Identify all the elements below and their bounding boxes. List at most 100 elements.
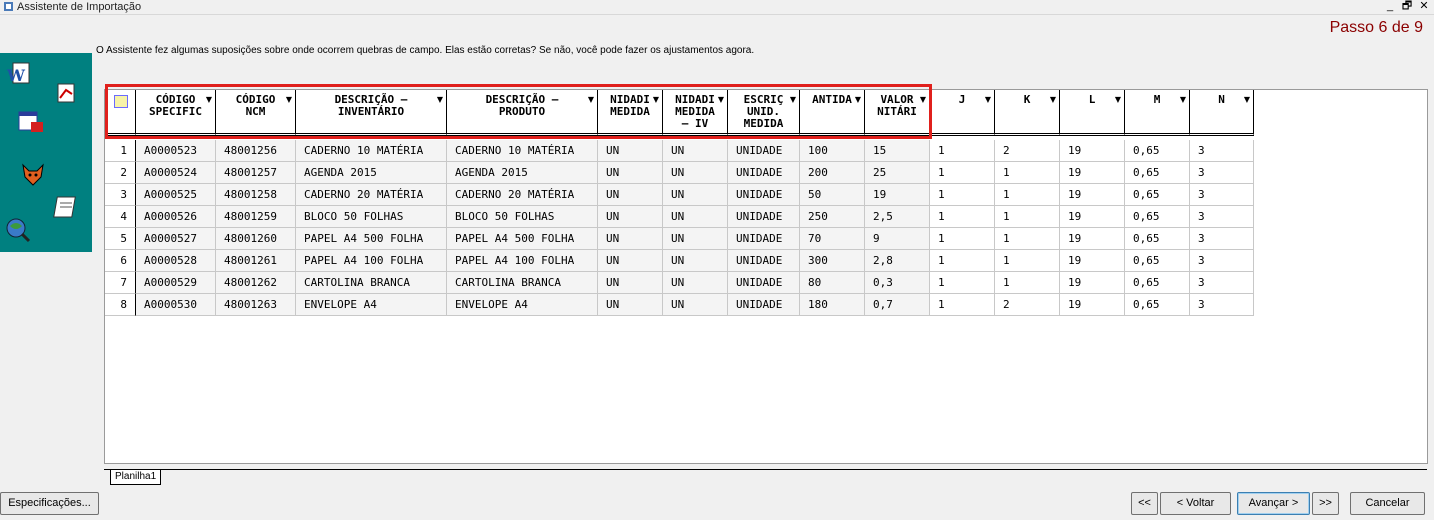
data-preview-grid[interactable]: CÓDIGO SPECIFIC ▼ CÓDIGO NCM ▼ DESCRIÇÃO – I…	[104, 84, 1428, 464]
column-header[interactable]: DESCRIÇÃO – INVENTÁRIO ▼	[296, 90, 447, 136]
dropdown-arrow-icon[interactable]: ▼	[920, 94, 926, 106]
table-cell[interactable]: 1	[995, 228, 1060, 250]
last-step-button[interactable]: >>	[1312, 492, 1339, 515]
table-cell[interactable]: UN	[663, 140, 728, 162]
table-cell[interactable]: 0,7	[865, 294, 930, 316]
table-cell[interactable]: 1	[930, 140, 995, 162]
dropdown-arrow-icon[interactable]: ▼	[437, 94, 443, 106]
table-cell[interactable]: 9	[865, 228, 930, 250]
table-cell[interactable]: UN	[663, 272, 728, 294]
table-cell[interactable]: 1	[995, 162, 1060, 184]
table-cell[interactable]: 2,8	[865, 250, 930, 272]
table-cell[interactable]: 1	[930, 184, 995, 206]
table-cell[interactable]: 300	[800, 250, 865, 272]
table-cell[interactable]: UNIDADE	[728, 140, 800, 162]
table-cell[interactable]: 48001263	[216, 294, 296, 316]
table-cell[interactable]: UNIDADE	[728, 184, 800, 206]
back-button[interactable]: < Voltar	[1160, 492, 1231, 515]
table-cell[interactable]: 1	[930, 228, 995, 250]
table-cell[interactable]: CADERNO 10 MATÉRIA	[296, 140, 447, 162]
dropdown-arrow-icon[interactable]: ▼	[588, 94, 594, 106]
table-cell[interactable]: UN	[598, 162, 663, 184]
table-cell[interactable]: BLOCO 50 FOLHAS	[296, 206, 447, 228]
table-cell[interactable]: 100	[800, 140, 865, 162]
dropdown-arrow-icon[interactable]: ▼	[1244, 94, 1250, 106]
table-cell[interactable]: 48001259	[216, 206, 296, 228]
table-cell[interactable]: 0,65	[1125, 206, 1190, 228]
table-cell[interactable]: UN	[598, 272, 663, 294]
table-cell[interactable]: 25	[865, 162, 930, 184]
table-cell[interactable]: 48001262	[216, 272, 296, 294]
column-header[interactable]: N ▼	[1190, 90, 1254, 136]
table-cell[interactable]: 19	[865, 184, 930, 206]
table-cell[interactable]: A0000524	[136, 162, 216, 184]
table-cell[interactable]: UNIDADE	[728, 206, 800, 228]
table-cell[interactable]: 1	[930, 272, 995, 294]
dropdown-arrow-icon[interactable]: ▼	[718, 94, 724, 106]
table-cell[interactable]: UN	[663, 250, 728, 272]
table-cell[interactable]: BLOCO 50 FOLHAS	[447, 206, 598, 228]
table-cell[interactable]: UNIDADE	[728, 294, 800, 316]
table-cell[interactable]: 3	[1190, 206, 1254, 228]
table-cell[interactable]: CADERNO 20 MATÉRIA	[447, 184, 598, 206]
table-cell[interactable]: 0,65	[1125, 228, 1190, 250]
table-cell[interactable]: UN	[598, 228, 663, 250]
table-cell[interactable]: 19	[1060, 206, 1125, 228]
dropdown-arrow-icon[interactable]: ▼	[985, 94, 991, 106]
dropdown-arrow-icon[interactable]: ▼	[286, 94, 292, 106]
table-cell[interactable]: 0,65	[1125, 250, 1190, 272]
table-cell[interactable]: 15	[865, 140, 930, 162]
dropdown-arrow-icon[interactable]: ▼	[1180, 94, 1186, 106]
table-cell[interactable]: 19	[1060, 184, 1125, 206]
column-header[interactable]: M ▼	[1125, 90, 1190, 136]
dropdown-arrow-icon[interactable]: ▼	[790, 94, 796, 106]
cancel-button[interactable]: Cancelar	[1350, 492, 1425, 515]
row-number[interactable]: 5	[105, 228, 136, 250]
table-cell[interactable]: UN	[598, 140, 663, 162]
table-cell[interactable]: A0000528	[136, 250, 216, 272]
table-cell[interactable]: A0000523	[136, 140, 216, 162]
table-cell[interactable]: CADERNO 20 MATÉRIA	[296, 184, 447, 206]
table-cell[interactable]: CADERNO 10 MATÉRIA	[447, 140, 598, 162]
select-all-corner[interactable]	[105, 90, 136, 136]
table-cell[interactable]: 19	[1060, 250, 1125, 272]
first-step-button[interactable]: <<	[1131, 492, 1158, 515]
column-header[interactable]: NIDADI MEDIDA ▼	[598, 90, 663, 136]
table-cell[interactable]: ENVELOPE A4	[447, 294, 598, 316]
table-cell[interactable]: 0,3	[865, 272, 930, 294]
restore-button[interactable]: 🗗	[1400, 0, 1414, 12]
dropdown-arrow-icon[interactable]: ▼	[653, 94, 659, 106]
table-cell[interactable]: AGENDA 2015	[296, 162, 447, 184]
sheet-tab[interactable]: Planilha1	[110, 470, 162, 485]
specifications-button[interactable]: Especificações...	[0, 492, 99, 515]
table-cell[interactable]: A0000529	[136, 272, 216, 294]
dropdown-arrow-icon[interactable]: ▼	[1115, 94, 1121, 106]
table-cell[interactable]: UNIDADE	[728, 228, 800, 250]
dropdown-arrow-icon[interactable]: ▼	[206, 94, 212, 106]
table-cell[interactable]: 3	[1190, 162, 1254, 184]
table-cell[interactable]: 1	[930, 162, 995, 184]
table-cell[interactable]: 2	[995, 294, 1060, 316]
table-cell[interactable]: 19	[1060, 272, 1125, 294]
row-number[interactable]: 3	[105, 184, 136, 206]
table-cell[interactable]: 3	[1190, 294, 1254, 316]
dropdown-arrow-icon[interactable]: ▼	[855, 94, 861, 106]
column-header[interactable]: L ▼	[1060, 90, 1125, 136]
table-cell[interactable]: 48001260	[216, 228, 296, 250]
table-cell[interactable]: 70	[800, 228, 865, 250]
column-header[interactable]: VALOR NITÁRI ▼	[865, 90, 930, 136]
table-cell[interactable]: 2,5	[865, 206, 930, 228]
table-cell[interactable]: CARTOLINA BRANCA	[296, 272, 447, 294]
minimize-button[interactable]: _	[1383, 0, 1397, 12]
column-header[interactable]: J ▼	[930, 90, 995, 136]
next-button[interactable]: Avançar >	[1237, 492, 1310, 515]
table-cell[interactable]: 19	[1060, 140, 1125, 162]
row-number[interactable]: 8	[105, 294, 136, 316]
table-cell[interactable]: 0,65	[1125, 294, 1190, 316]
table-cell[interactable]: UN	[598, 294, 663, 316]
table-cell[interactable]: 1	[995, 250, 1060, 272]
table-cell[interactable]: A0000525	[136, 184, 216, 206]
table-cell[interactable]: UN	[598, 206, 663, 228]
table-cell[interactable]: UN	[598, 250, 663, 272]
table-cell[interactable]: UN	[663, 294, 728, 316]
